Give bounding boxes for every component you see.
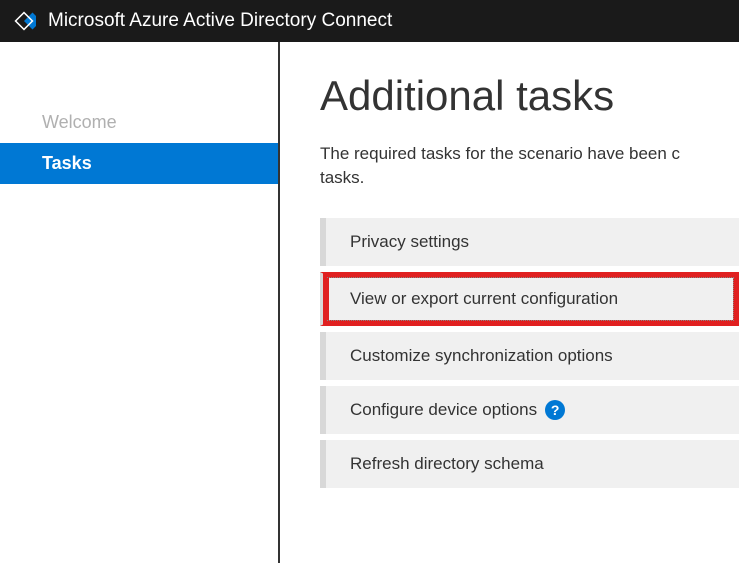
task-label: Configure device options bbox=[350, 400, 537, 420]
titlebar: Microsoft Azure Active Directory Connect bbox=[0, 0, 739, 42]
sidebar-item-label: Tasks bbox=[42, 153, 92, 173]
help-icon[interactable]: ? bbox=[545, 400, 565, 420]
task-privacy-settings[interactable]: Privacy settings bbox=[320, 218, 739, 266]
task-refresh-schema[interactable]: Refresh directory schema bbox=[320, 440, 739, 488]
main-panel: Additional tasks The required tasks for … bbox=[280, 42, 739, 563]
azure-logo-icon bbox=[12, 9, 36, 33]
sidebar: Welcome Tasks bbox=[0, 42, 280, 563]
task-view-export-config[interactable]: View or export current configuration bbox=[320, 272, 739, 326]
page-heading: Additional tasks bbox=[320, 72, 739, 120]
task-label: Refresh directory schema bbox=[350, 454, 544, 474]
task-customize-sync[interactable]: Customize synchronization options bbox=[320, 332, 739, 380]
task-label: View or export current configuration bbox=[350, 289, 618, 309]
task-label: Privacy settings bbox=[350, 232, 469, 252]
task-label: Customize synchronization options bbox=[350, 346, 613, 366]
task-configure-device[interactable]: Configure device options ? bbox=[320, 386, 739, 434]
task-list: Privacy settings View or export current … bbox=[320, 218, 739, 488]
sidebar-item-tasks[interactable]: Tasks bbox=[0, 143, 278, 184]
content-area: Welcome Tasks Additional tasks The requi… bbox=[0, 42, 739, 563]
page-description: The required tasks for the scenario have… bbox=[320, 142, 739, 190]
window-title: Microsoft Azure Active Directory Connect bbox=[48, 10, 392, 32]
sidebar-item-welcome[interactable]: Welcome bbox=[0, 102, 278, 143]
sidebar-item-label: Welcome bbox=[42, 112, 117, 132]
